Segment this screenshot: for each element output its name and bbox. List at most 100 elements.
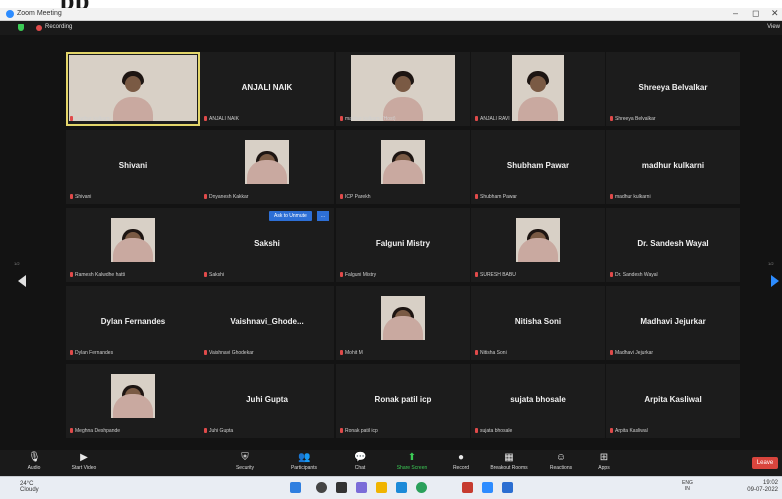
record-button[interactable]: ● Record <box>448 450 474 476</box>
participant-tile[interactable]: Falguni Mistry Falguni Mistry <box>336 208 470 282</box>
participant-label-text: Sakshi <box>209 272 225 278</box>
word-app-icon[interactable] <box>502 482 513 493</box>
participant-label-text: Falguni Mistry <box>345 272 377 278</box>
participant-tile[interactable]: ANJALI NAIK ANJALI NAIK <box>200 52 334 126</box>
task-view-icon[interactable] <box>336 482 347 493</box>
participant-video <box>512 55 564 121</box>
participant-tile[interactable]: sujata bhosale sujata bhosale <box>471 364 605 438</box>
muted-mic-icon <box>340 350 343 355</box>
gallery-grid: 1/2 1/2 madhur kulkarni ANJALI NAIK ANJALI… <box>0 35 782 450</box>
language-indicator[interactable]: ENG IN <box>682 480 693 492</box>
muted-mic-icon <box>204 350 207 355</box>
apps-button[interactable]: ⊞ Apps <box>592 450 616 476</box>
participant-tile[interactable]: Ramesh Kalwdhe hatti <box>66 208 200 282</box>
muted-mic-icon <box>70 428 73 433</box>
recording-label: Recording <box>45 24 73 30</box>
file-explorer-icon[interactable] <box>376 482 387 493</box>
security-label: Security <box>235 465 255 471</box>
participant-tile[interactable]: madhur kulkarni (Host) <box>336 52 470 126</box>
recording-icon <box>36 25 42 31</box>
person-torso <box>518 238 558 262</box>
muted-mic-icon <box>204 428 207 433</box>
muted-mic-icon <box>340 194 343 199</box>
participant-tile[interactable]: Shubham Pawar Shubham Pawar <box>471 130 605 204</box>
participant-tile[interactable]: Arpita Kasliwal Arpita Kasliwal <box>606 364 740 438</box>
participant-tile[interactable]: Dr. Sandesh Wayal Dr. Sandesh Wayal <box>606 208 740 282</box>
participant-label-text: Arpita Kasliwal <box>615 428 648 434</box>
participant-label: Dylan Fernandes <box>70 350 113 356</box>
weather-widget[interactable]: 24°C Cloudy <box>20 481 39 493</box>
participant-name: Shivani <box>118 161 148 170</box>
muted-mic-icon <box>610 272 613 277</box>
more-options-button[interactable]: ... <box>317 211 329 221</box>
weather-condition: Cloudy <box>20 487 39 493</box>
participant-video <box>381 140 425 184</box>
participant-tile[interactable]: Juhi Gupta Juhi Gupta <box>200 364 334 438</box>
start-video-button[interactable]: ▶ Start Video <box>64 450 104 476</box>
participant-tile[interactable]: Shreeya Belvalkar Shreeya Belvalkar <box>606 52 740 126</box>
meeting-info-bar: Recording View <box>0 21 782 35</box>
participant-tile[interactable]: Meghna Deshpande <box>66 364 200 438</box>
close-button[interactable]: ✕ <box>771 8 779 19</box>
participant-name: madhur kulkarni <box>641 161 705 170</box>
breakout-rooms-button[interactable]: ▦ Breakout Rooms <box>484 450 534 476</box>
participant-name: Arpita Kasliwal <box>644 395 702 404</box>
participant-label-text: sujata bhosale <box>480 428 513 434</box>
participant-video <box>381 296 425 340</box>
muted-mic-icon <box>340 272 343 277</box>
participant-tile[interactable]: Vaishnavi_Ghode... Vaishnavi Ghodekar <box>200 286 334 360</box>
video-camera-icon: ▶ <box>80 452 88 463</box>
participant-tile[interactable]: Madhavi Jejurkar Madhavi Jejurkar <box>606 286 740 360</box>
participant-tile[interactable]: Shivani Shivani <box>66 130 200 204</box>
security-button[interactable]: ⛨ Security <box>228 450 262 476</box>
participant-tile[interactable]: Dylan Fernandes Dylan Fernandes <box>66 286 200 360</box>
participants-button[interactable]: 👥 Participants <box>282 450 326 476</box>
person-torso <box>383 160 423 184</box>
zoom-app-icon[interactable] <box>482 482 493 493</box>
office-app-icon[interactable] <box>462 482 473 493</box>
start-menu-icon[interactable] <box>290 482 301 493</box>
participant-tile[interactable]: madhur kulkarni <box>66 52 200 126</box>
participant-tile[interactable]: Nitisha Soni Nitisha Soni <box>471 286 605 360</box>
ask-to-unmute-button[interactable]: Ask to Unmute <box>269 211 312 221</box>
system-clock[interactable]: 19:02 09-07-2022 <box>747 480 778 494</box>
next-page-icon[interactable] <box>771 275 779 287</box>
participant-label-text: Shivani <box>75 194 92 200</box>
apps-icon: ⊞ <box>599 452 609 463</box>
share-screen-label: Share Screen <box>396 465 428 471</box>
participant-tile[interactable]: Ronak patil icp Ronak patil icp <box>336 364 470 438</box>
previous-page-icon[interactable] <box>18 275 26 287</box>
participant-video <box>111 218 155 262</box>
view-button[interactable]: View <box>767 24 780 30</box>
maximize-button[interactable]: ◻ <box>752 8 759 19</box>
minimize-button[interactable]: – <box>733 8 738 18</box>
search-icon[interactable] <box>316 482 327 493</box>
store-icon[interactable] <box>396 482 407 493</box>
chat-button[interactable]: 💬 Chat <box>348 450 372 476</box>
shield-icon[interactable] <box>18 24 24 31</box>
reactions-button[interactable]: ☺ Reactions <box>544 450 578 476</box>
participant-label: Shreeya Belvalkar <box>610 116 656 122</box>
participant-tile[interactable]: madhur kulkarni madhur kulkarni <box>606 130 740 204</box>
participant-tile[interactable]: Mohit M <box>336 286 470 360</box>
zoom-logo-icon <box>6 10 14 18</box>
chat-app-icon[interactable] <box>356 482 367 493</box>
muted-mic-icon <box>475 194 478 199</box>
browser-icon[interactable] <box>416 482 427 493</box>
participant-label: Juhi Gupta <box>204 428 233 434</box>
shield-icon: ⛨ <box>241 452 249 463</box>
share-screen-button[interactable]: ⬆ Share Screen <box>390 450 434 476</box>
participant-tile[interactable]: ANJALI RAVI <box>471 52 605 126</box>
meeting-toolbar: 🎙 Audio ▶ Start Video ⛨ Security 👥 Parti… <box>0 450 782 476</box>
muted-mic-icon <box>475 272 478 277</box>
page-indicator-left: 1/2 <box>14 261 20 266</box>
leave-button[interactable]: Leave <box>752 457 778 469</box>
participant-tile[interactable]: SURESH BABU <box>471 208 605 282</box>
apps-label: Apps <box>598 465 610 471</box>
audio-button[interactable]: 🎙 Audio <box>22 450 46 476</box>
participant-label-text: madhur kulkarni (Host) <box>345 116 396 122</box>
participant-tile[interactable]: Dnyanesh Kakkar <box>200 130 334 204</box>
participant-label-text: Shreeya Belvalkar <box>615 116 656 122</box>
participant-tile[interactable]: Sakshi Sakshi <box>200 208 334 282</box>
participant-tile[interactable]: ICP Parekh <box>336 130 470 204</box>
